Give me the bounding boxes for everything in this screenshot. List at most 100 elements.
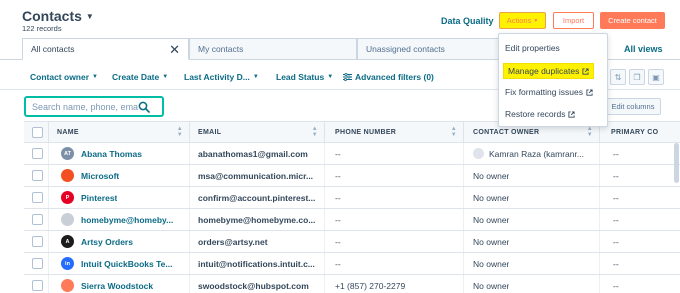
actions-button[interactable]: Actions ▼ [499,12,546,29]
sort-icon[interactable]: ▲ ▼ [312,126,318,138]
tab-my-contacts[interactable]: My contacts [189,38,357,60]
contact-phone: -- [335,192,341,203]
contact-email[interactable]: abanathomas1@gmail.com [198,149,308,159]
table-row[interactable]: Microsoft msa@communication.micr... -- N… [24,165,680,187]
contact-email[interactable]: homebyme@homebyme.co... [198,215,315,225]
column-header-primary-company[interactable]: PRIMARY CO [611,122,680,142]
contact-phone: -- [335,148,341,159]
search-input[interactable] [32,101,138,112]
contact-name-link[interactable]: homebyme@homeby... [81,215,173,225]
chevron-down-icon: ▼ [533,17,539,24]
filter-create-date[interactable]: Create Date ▼ [112,72,168,82]
menu-item-edit-properties[interactable]: Edit properties [505,43,560,53]
row-checkbox[interactable] [32,170,43,181]
contact-phone: -- [335,170,341,181]
contact-name-link[interactable]: Abana Thomas [81,149,142,159]
owner-avatar-icon [473,148,484,159]
row-checkbox[interactable] [32,148,43,159]
chevron-down-icon: ▼ [252,74,259,80]
import-button[interactable]: Import [553,12,594,29]
filter-sliders-icon [343,73,352,81]
contact-owner[interactable]: No owner [473,259,509,269]
table-row[interactable]: in Intuit QuickBooks Te... intuit@notifi… [24,253,680,275]
primary-company: -- [613,214,619,225]
contact-owner[interactable]: No owner [473,215,509,225]
avatar [61,279,74,292]
primary-company: -- [613,192,619,203]
table-row[interactable]: homebyme@homeby... homebyme@homebyme.co.… [24,209,680,231]
filter-last-activity[interactable]: Last Activity D... ▼ [184,72,259,82]
contact-email[interactable]: msa@communication.micr... [198,171,313,181]
copy-icon: ❐ [633,72,641,82]
contact-email[interactable]: confirm@account.pinterest... [198,193,315,203]
vertical-scrollbar[interactable] [674,143,679,183]
tab-unassigned-contacts[interactable]: Unassigned contacts [357,38,500,60]
contact-name-link[interactable]: Intuit QuickBooks Te... [81,259,172,269]
close-icon[interactable]: ✕ [169,43,180,56]
advanced-filters-button[interactable]: Advanced filters (0) [343,72,434,82]
search-box[interactable] [24,96,164,117]
chevron-down-icon: ▼ [92,74,98,80]
search-icon[interactable] [138,101,150,113]
contact-phone: -- [335,214,341,225]
chevron-down-icon: ▼ [162,74,169,80]
column-header-email[interactable]: EMAIL ▲ ▼ [198,122,322,142]
row-checkbox[interactable] [32,192,43,203]
chevron-down-icon: ▼ [327,74,334,80]
external-link-icon [568,110,576,118]
chevron-down-icon: ▼ [85,11,94,21]
contact-name-link[interactable]: Pinterest [81,193,117,203]
record-count: 122 records [22,24,62,33]
duplicate-icon-button[interactable]: ❐ [629,69,645,85]
contact-owner[interactable]: No owner [473,193,509,203]
select-all-checkbox[interactable] [32,126,43,138]
avatar [61,169,74,182]
contact-owner[interactable]: Kamran Raza (kamranr... [489,149,584,159]
table-row[interactable]: A Artsy Orders orders@artsy.net -- No ow… [24,231,680,253]
sort-icon: ⇅ [614,72,622,82]
contact-name-link[interactable]: Sierra Woodstock [81,281,153,291]
data-quality-link[interactable]: Data Quality [441,16,494,26]
contact-email[interactable]: orders@artsy.net [198,237,268,247]
table-row[interactable]: P Pinterest confirm@account.pinterest...… [24,187,680,209]
contact-phone: -- [335,236,341,247]
save-view-button[interactable]: ▣ [648,69,664,85]
edit-columns-button[interactable]: Edit columns [605,98,661,115]
filter-contact-owner[interactable]: Contact owner ▼ [30,72,98,82]
all-views-link[interactable]: All views [624,44,663,54]
contact-owner[interactable]: No owner [473,237,509,247]
row-checkbox[interactable] [32,258,43,269]
contact-name-link[interactable]: Microsoft [81,171,119,181]
filter-lead-status[interactable]: Lead Status ▼ [276,72,333,82]
row-checkbox[interactable] [32,236,43,247]
create-contact-button[interactable]: Create contact [600,12,665,29]
tab-all-contacts[interactable]: All contacts ✕ [22,38,189,60]
row-checkbox[interactable] [32,280,43,291]
view-tabs: All contacts ✕ My contacts Unassigned co… [22,38,500,60]
contact-email[interactable]: swoodstock@hubspot.com [198,281,309,291]
table-row[interactable]: Sierra Woodstock swoodstock@hubspot.com … [24,275,680,293]
column-header-phone[interactable]: PHONE NUMBER ▲ ▼ [335,122,461,142]
sort-icon-button[interactable]: ⇅ [610,69,626,85]
sort-icon[interactable]: ▲ ▼ [177,126,183,138]
contact-phone: +1 (857) 270-2279 [335,280,406,291]
sort-icon[interactable]: ▲ ▼ [451,126,457,138]
row-checkbox[interactable] [32,214,43,225]
menu-item-fix-formatting[interactable]: Fix formatting issues [505,87,593,97]
external-link-icon [582,67,589,75]
contact-email[interactable]: intuit@notifications.intuit.c... [198,259,315,269]
contact-owner[interactable]: No owner [473,171,509,181]
contact-owner[interactable]: No owner [473,281,509,291]
column-header-name[interactable]: NAME ▲ ▼ [57,122,187,142]
page-title[interactable]: Contacts ▼ [22,8,94,24]
external-link-icon [586,88,593,96]
table-row[interactable]: AT Abana Thomas abanathomas1@gmail.com -… [24,143,680,165]
avatar: AT [61,147,74,160]
primary-company: -- [613,236,619,247]
sort-icon[interactable]: ▲ ▼ [587,126,593,138]
menu-item-manage-duplicates[interactable]: Manage duplicates [503,63,595,79]
avatar: P [61,191,74,204]
contact-phone: -- [335,258,341,269]
menu-item-restore-records[interactable]: Restore records [505,109,576,119]
contact-name-link[interactable]: Artsy Orders [81,237,133,247]
